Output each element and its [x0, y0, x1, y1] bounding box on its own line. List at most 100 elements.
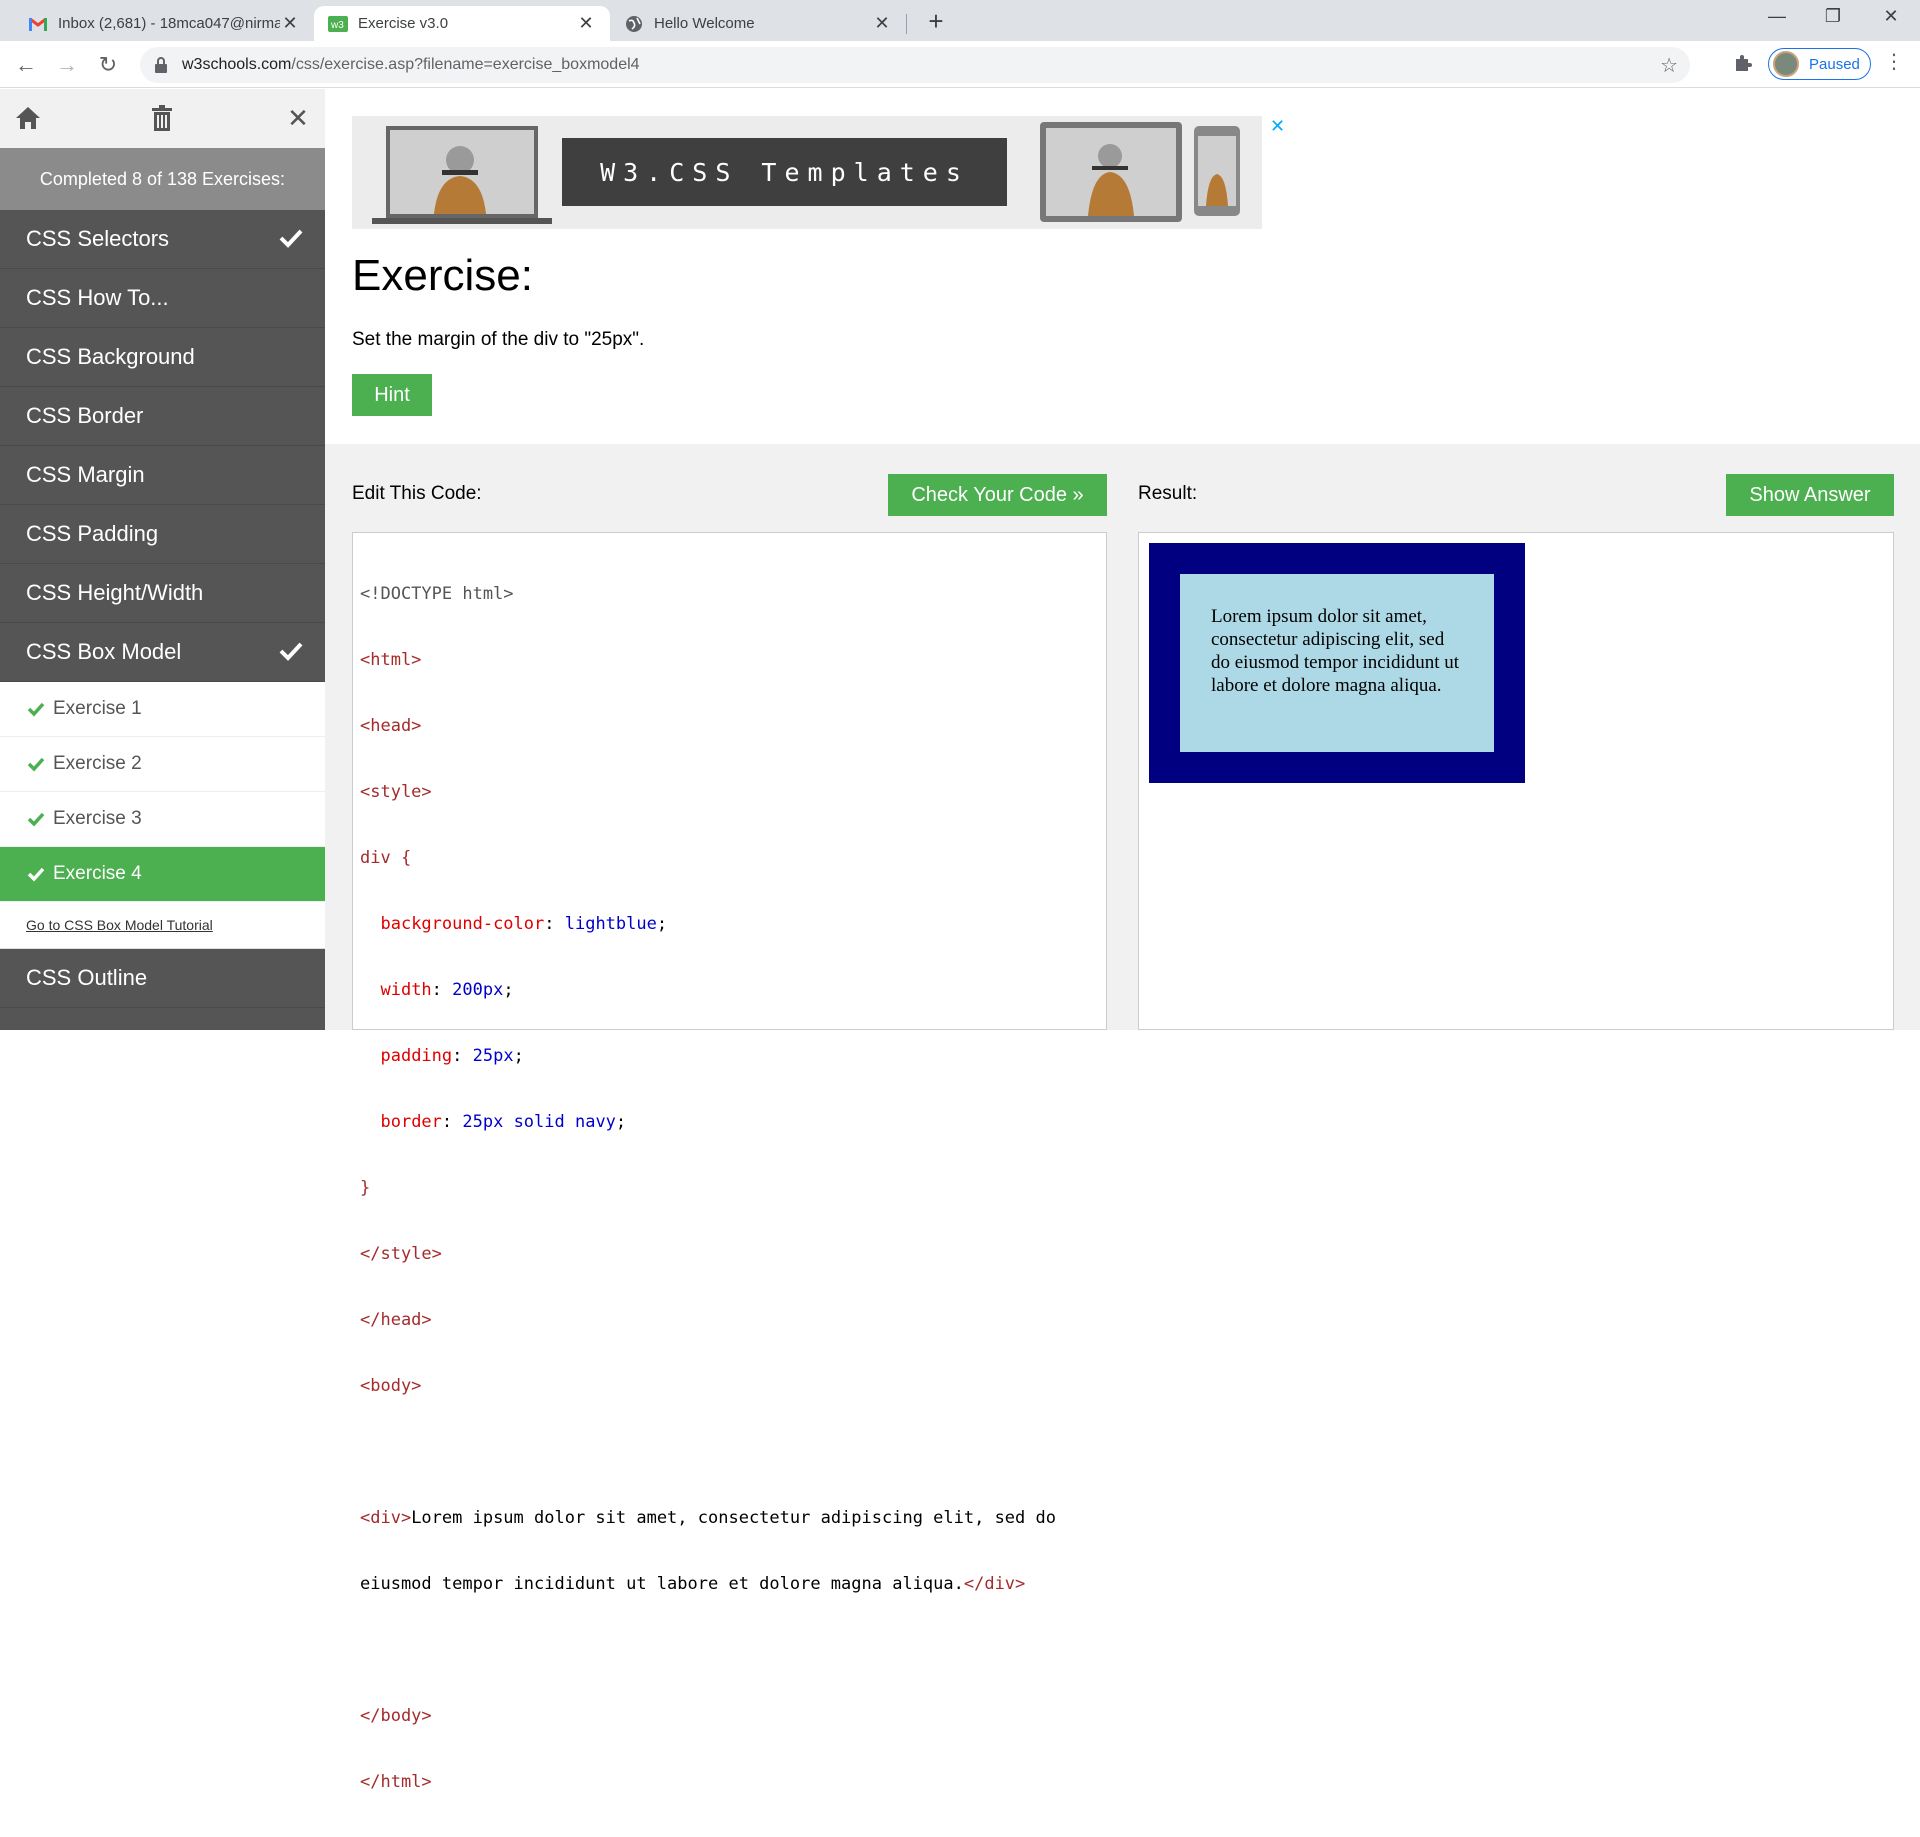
profile-button[interactable]: Paused [1768, 48, 1871, 80]
bookmark-star-icon[interactable]: ☆ [1660, 53, 1678, 78]
sidebar-item-label: CSS How To... [26, 285, 169, 310]
code-tag: <head> [360, 716, 422, 736]
tab-title: Hello Welcome [654, 15, 755, 32]
close-icon[interactable]: ✕ [872, 13, 892, 34]
restore-icon[interactable]: ❐ [1818, 6, 1848, 27]
extensions-icon[interactable] [1732, 52, 1754, 74]
sidebar-item-css-outline[interactable]: CSS Outline [0, 949, 325, 1008]
laptop-image [372, 126, 552, 224]
exercise-label: Exercise 2 [53, 753, 142, 774]
sidebar-item-css-background[interactable]: CSS Background [0, 328, 325, 387]
ad-banner-text: W3.CSS Templates [562, 138, 1007, 206]
lock-icon [154, 57, 168, 73]
exercise-item-3[interactable]: Exercise 3 [0, 792, 325, 847]
svg-text:w3: w3 [330, 20, 344, 31]
exercise-label: Exercise 1 [53, 698, 142, 719]
tutorial-link[interactable]: Go to CSS Box Model Tutorial [0, 902, 325, 949]
avatar [1773, 51, 1799, 77]
sidebar-item-css-howto[interactable]: CSS How To... [0, 269, 325, 328]
url-host: w3schools.com [182, 56, 292, 73]
hint-button[interactable]: Hint [352, 374, 432, 416]
code-value: 200px [452, 980, 504, 1000]
code-property: padding [380, 1046, 453, 1066]
code-tag: </html> [360, 1772, 432, 1792]
exercise-item-1[interactable]: Exercise 1 [0, 682, 325, 737]
back-icon[interactable]: ← [12, 51, 40, 79]
checkmark-icon [27, 757, 45, 772]
advertisement[interactable]: W3.CSS Templates ✕ [352, 116, 1285, 229]
code-property: background-color [380, 914, 545, 934]
sidebar-toolbar: ✕ [0, 89, 325, 148]
sidebar-item-css-border[interactable]: CSS Border [0, 387, 325, 446]
show-answer-button[interactable]: Show Answer [1726, 474, 1894, 516]
url-path: /css/exercise.asp?filename=exercise_boxm… [291, 56, 640, 73]
code-property: border [380, 1112, 442, 1132]
tab-hello[interactable]: Hello Welcome ✕ [610, 6, 906, 41]
code-property: width [380, 980, 432, 1000]
code-tag: </body> [360, 1706, 432, 1726]
tab-separator [906, 14, 907, 34]
tab-title: Exercise v3.0 [358, 15, 449, 32]
code-tag: <div> [360, 1508, 412, 1528]
completed-count: Completed 8 of 138 Exercises: [0, 148, 325, 210]
reload-icon[interactable]: ↻ [94, 51, 122, 79]
checkmark-icon [27, 702, 45, 717]
exercise-sidebar: ✕ Completed 8 of 138 Exercises: CSS Sele… [0, 89, 325, 1030]
code-selector: div { [360, 848, 412, 868]
code-doctype: <!DOCTYPE html> [360, 584, 514, 604]
checkmark-icon [279, 642, 303, 661]
sidebar-item-css-padding[interactable]: CSS Padding [0, 505, 325, 564]
code-tag: <body> [360, 1376, 422, 1396]
page-title: Exercise: [352, 251, 533, 300]
sidebar-item-css-margin[interactable]: CSS Margin [0, 446, 325, 505]
code-tag: </head> [360, 1310, 432, 1330]
address-bar[interactable]: w3schools.com/css/exercise.asp?filename=… [140, 47, 1690, 83]
result-frame: Lorem ipsum dolor sit amet, consectetur … [1138, 532, 1894, 1030]
sidebar-item-label: CSS Height/Width [26, 580, 204, 605]
exercise-label: Exercise 3 [53, 808, 142, 829]
exercise-item-2[interactable]: Exercise 2 [0, 737, 325, 792]
code-value: 25px [472, 1046, 514, 1066]
exercise-instruction: Set the margin of the div to "25px". [352, 329, 645, 350]
code-value: 25px solid navy [462, 1112, 616, 1132]
forward-icon[interactable]: → [53, 51, 81, 79]
sidebar-item-css-selectors[interactable]: CSS Selectors [0, 210, 325, 269]
sidebar-item-label: CSS Box Model [26, 639, 182, 664]
code-brace: } [360, 1178, 371, 1198]
trash-icon[interactable] [147, 103, 177, 133]
sidebar-item-css-box-model[interactable]: CSS Box Model [0, 623, 325, 682]
minimize-icon[interactable]: — [1762, 6, 1792, 27]
close-icon[interactable]: ✕ [283, 103, 313, 133]
sidebar-item-label: CSS Padding [26, 521, 159, 546]
exercise-label: Exercise 4 [53, 863, 142, 884]
globe-icon [624, 14, 644, 34]
home-icon[interactable] [13, 103, 43, 133]
checkmark-icon [27, 867, 45, 882]
checkmark-icon [27, 812, 45, 827]
check-code-button[interactable]: Check Your Code » [888, 474, 1107, 516]
exercise-item-4[interactable]: Exercise 4 [0, 847, 325, 902]
sidebar-item-label: CSS Selectors [26, 226, 170, 251]
close-icon[interactable]: ✕ [280, 13, 300, 34]
code-text: eiusmod tempor incididunt ut labore et d… [360, 1574, 964, 1594]
tab-exercise[interactable]: w3 Exercise v3.0 ✕ [314, 6, 610, 41]
phone-image [1194, 126, 1240, 216]
code-tag: <html> [360, 650, 422, 670]
close-icon[interactable]: ✕ [576, 13, 596, 34]
main-content: W3.CSS Templates ✕ Exercise: Set the mar… [325, 89, 1920, 1792]
more-menu-icon[interactable]: ⋮ [1884, 52, 1904, 72]
code-text: Lorem ipsum dolor sit amet, consectetur … [411, 1508, 1056, 1528]
checkmark-icon [279, 229, 303, 248]
code-value: lightblue [564, 914, 657, 934]
code-editor[interactable]: <!DOCTYPE html> <html> <head> <style> di… [352, 532, 1107, 1792]
sidebar-item-css-height-width[interactable]: CSS Height/Width [0, 564, 325, 623]
result-div: Lorem ipsum dolor sit amet, consectetur … [1149, 543, 1525, 783]
window-close-icon[interactable]: ✕ [1876, 6, 1906, 27]
new-tab-icon[interactable]: + [922, 8, 950, 34]
tab-gmail[interactable]: Inbox (2,681) - 18mca047@nirma.ac.in ✕ [14, 6, 314, 41]
edit-code-label: Edit This Code: [352, 483, 482, 504]
sidebar-item-label: CSS Border [26, 403, 144, 428]
ad-close-icon[interactable]: ✕ [1270, 116, 1285, 137]
tablet-image [1040, 122, 1182, 222]
result-label: Result: [1138, 483, 1198, 504]
